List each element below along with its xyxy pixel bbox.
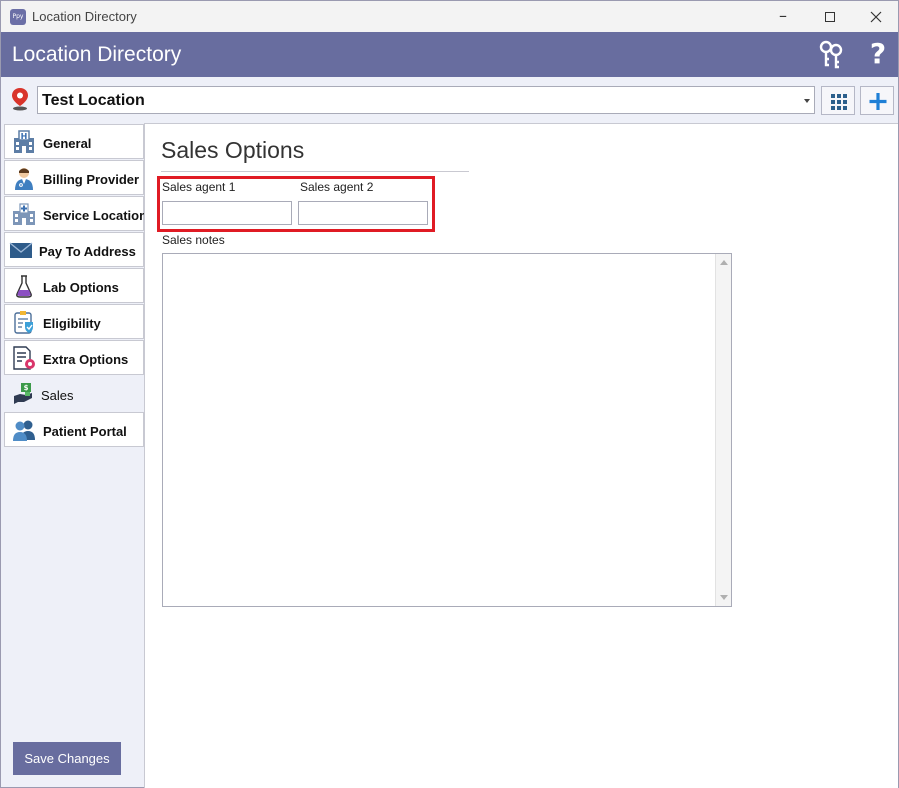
svg-text:H: H xyxy=(21,132,28,141)
help-icon: ? xyxy=(869,37,887,70)
sidebar-item-sales[interactable]: $ Sales xyxy=(4,376,144,411)
flask-icon xyxy=(16,275,32,298)
grid-icon xyxy=(831,94,847,110)
maximize-button[interactable] xyxy=(807,4,853,30)
app-logo-icon: Ppy xyxy=(10,9,26,25)
sales-agent-1-input[interactable] xyxy=(162,201,292,225)
svg-text:$: $ xyxy=(24,384,29,392)
sidebar-item-pay-to-address[interactable]: Pay To Address xyxy=(4,232,144,267)
sales-agent-1-label: Sales agent 1 xyxy=(162,180,236,194)
minimize-button[interactable]: – xyxy=(760,4,806,30)
keys-button[interactable] xyxy=(816,39,846,69)
scroll-up-icon[interactable] xyxy=(720,260,728,265)
sales-notes-textarea[interactable] xyxy=(162,253,732,607)
add-location-button[interactable] xyxy=(860,86,894,115)
sidebar-item-label: Extra Options xyxy=(43,352,129,367)
envelope-icon xyxy=(9,242,33,258)
sidebar-item-label: Sales xyxy=(41,388,74,403)
location-value: Test Location xyxy=(42,92,145,109)
hospital-building-icon: H xyxy=(14,130,34,153)
sales-options-panel: Sales Options Sales agent 1 Sales agent … xyxy=(144,123,898,788)
help-button[interactable]: ? xyxy=(863,39,893,69)
plus-icon xyxy=(869,93,887,110)
clinic-building-icon xyxy=(13,203,35,225)
document-gear-icon xyxy=(13,346,35,370)
grid-view-button[interactable] xyxy=(821,86,855,115)
maximize-icon xyxy=(825,12,835,22)
sales-notes-label: Sales notes xyxy=(162,233,225,247)
sidebar-item-label: Pay To Address xyxy=(39,244,136,259)
section-title: Sales Options xyxy=(161,137,305,163)
title-divider xyxy=(161,171,469,172)
location-pin-icon xyxy=(12,88,28,111)
sidebar-item-billing-provider[interactable]: Billing Provider xyxy=(4,160,144,195)
sidebar-item-label: Eligibility xyxy=(43,316,101,331)
doctor-icon xyxy=(15,168,33,190)
sidebar-item-label: Billing Provider xyxy=(43,172,140,187)
os-titlebar: Ppy Location Directory – xyxy=(1,1,898,32)
close-button[interactable] xyxy=(853,4,899,30)
keys-icon xyxy=(819,40,843,69)
sales-agent-2-input[interactable] xyxy=(298,201,428,225)
notes-scrollbar[interactable] xyxy=(715,254,731,606)
app-header: Location Directory ? xyxy=(1,32,898,77)
money-hand-icon: $ xyxy=(14,383,32,404)
sidebar-item-patient-portal[interactable]: Patient Portal xyxy=(4,412,144,447)
scroll-down-icon[interactable] xyxy=(720,595,728,600)
sidebar-item-general[interactable]: H General xyxy=(4,124,144,159)
app-title: Location Directory xyxy=(12,43,182,66)
sidebar: H General Billing Provider Service Locat… xyxy=(4,124,148,788)
sidebar-item-service-location[interactable]: Service Location xyxy=(4,196,148,231)
save-changes-button[interactable]: Save Changes xyxy=(13,742,121,775)
chevron-down-icon xyxy=(804,99,810,103)
app-window: Ppy Location Directory – Location Direct… xyxy=(0,0,899,788)
sidebar-item-extra-options[interactable]: Extra Options xyxy=(4,340,144,375)
window-title: Location Directory xyxy=(32,9,137,24)
close-icon xyxy=(870,11,882,23)
location-toolbar: Test Location xyxy=(1,77,898,123)
sidebar-item-eligibility[interactable]: Eligibility xyxy=(4,304,144,339)
sidebar-item-label: Patient Portal xyxy=(43,424,127,439)
sidebar-item-label: General xyxy=(43,136,92,151)
sidebar-item-lab-options[interactable]: Lab Options xyxy=(4,268,144,303)
location-dropdown[interactable]: Test Location xyxy=(37,86,815,114)
users-icon xyxy=(13,420,35,441)
sidebar-item-label: Lab Options xyxy=(43,280,119,295)
sidebar-item-label: Service Location xyxy=(43,208,148,223)
sales-agent-2-label: Sales agent 2 xyxy=(300,180,374,194)
clipboard-check-icon xyxy=(14,311,33,334)
